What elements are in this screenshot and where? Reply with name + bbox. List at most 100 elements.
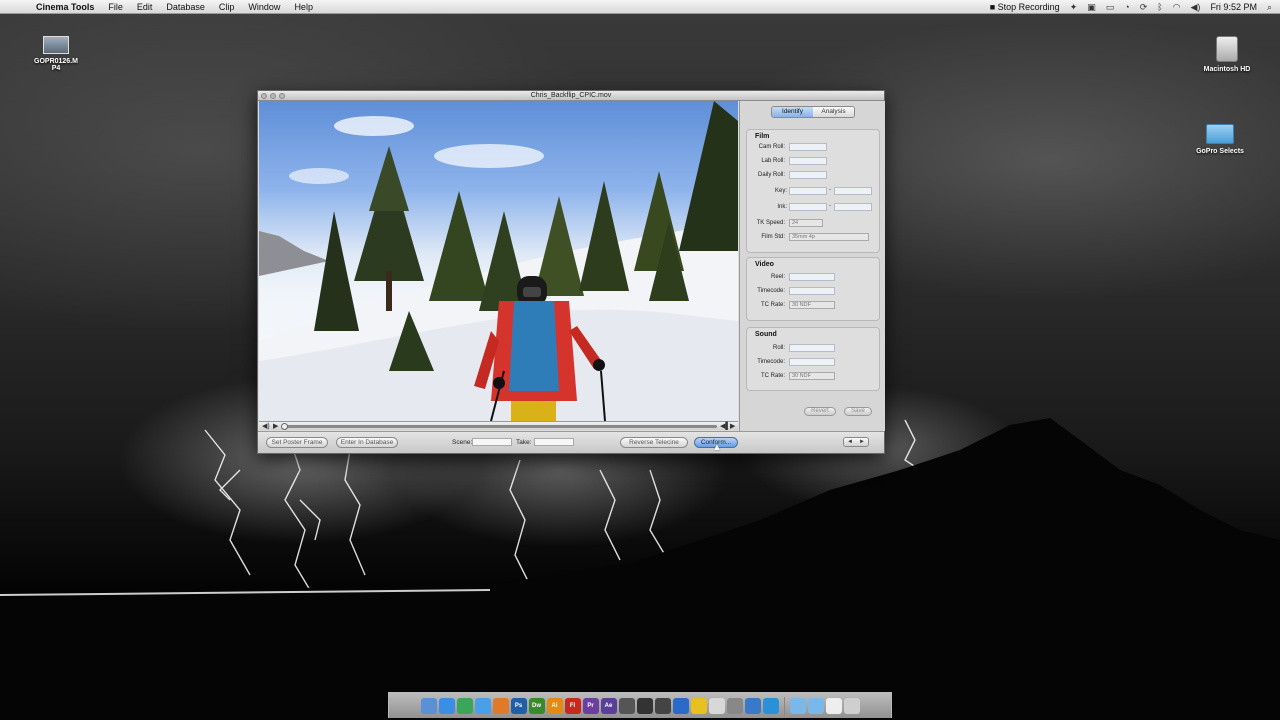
menu-help[interactable]: Help [294, 2, 313, 12]
volume-icon[interactable]: ◀) [1191, 2, 1201, 13]
desktop-icon-label: Macintosh HD [1203, 66, 1251, 73]
premiere-icon[interactable]: Pr [582, 697, 599, 714]
menu-app-name[interactable]: Cinema Tools [36, 2, 94, 12]
desktop-icon-video-file[interactable]: GOPR0126.M P4 [28, 36, 84, 72]
app-icon[interactable] [690, 697, 707, 714]
menu-edit[interactable]: Edit [137, 2, 153, 12]
safari-icon[interactable] [438, 697, 455, 714]
reverse-telecine-button[interactable]: Reverse Telecine [620, 437, 688, 448]
sound-roll-label: Roll: [772, 345, 785, 351]
enter-in-database-button[interactable]: Enter In Database [336, 437, 398, 448]
scene-label: Scene: [452, 439, 473, 446]
film-std-select[interactable]: 35mm 4p [789, 233, 869, 241]
network-icon[interactable] [762, 697, 779, 714]
sound-timecode-field[interactable] [789, 358, 835, 366]
menu-clock[interactable]: Fri 9:52 PM [1210, 2, 1257, 12]
revert-button[interactable]: Revert [804, 407, 836, 416]
save-button[interactable]: Save [844, 407, 872, 416]
ink-prefix-field[interactable] [789, 203, 827, 211]
folder-downloads-icon[interactable] [807, 697, 824, 714]
spotlight-icon[interactable]: ⌕ [1267, 2, 1272, 13]
previous-clip-button[interactable]: ◄ [844, 438, 856, 446]
close-button[interactable] [261, 93, 267, 99]
tab-analysis[interactable]: Analysis [813, 107, 854, 117]
take-field[interactable] [534, 438, 574, 446]
quicktime-icon[interactable] [672, 697, 689, 714]
tk-speed-select[interactable]: 24 [789, 219, 823, 227]
desktop-icon-macintosh-hd[interactable]: Macintosh HD [1198, 36, 1256, 73]
step-forward-icon[interactable]: ▶ [730, 422, 735, 431]
minimize-button[interactable] [270, 93, 276, 99]
final-cut-icon[interactable] [654, 697, 671, 714]
mouse-pointer-icon: ▲ [712, 442, 722, 453]
flash-icon[interactable]: Fl [564, 697, 581, 714]
dreamweaver-icon[interactable]: Dw [528, 697, 545, 714]
cam-roll-field[interactable] [789, 143, 827, 151]
sound-timecode-label: Timecode: [757, 359, 785, 365]
stop-recording-item[interactable]: ■ Stop Recording [990, 2, 1060, 12]
folder-icon [1206, 124, 1234, 144]
display-icon[interactable]: ▭ [1106, 2, 1115, 13]
play-icon[interactable]: ▶ [273, 422, 278, 431]
menu-file[interactable]: File [108, 2, 123, 12]
clapper-icon[interactable] [636, 697, 653, 714]
video-tc-rate-select[interactable]: 30 NDF [789, 301, 835, 309]
video-tc-rate-label: TC Rate: [760, 302, 785, 308]
set-poster-frame-button[interactable]: Set Poster Frame [266, 437, 328, 448]
scene-field[interactable] [472, 438, 512, 446]
app-tray-icon[interactable]: ▣ [1087, 2, 1096, 13]
illustrator-icon[interactable]: Ai [546, 697, 563, 714]
video-viewer[interactable] [259, 101, 738, 421]
video-timecode-label: Timecode: [757, 288, 785, 294]
bluetooth-icon[interactable]: ᛒ [1157, 2, 1162, 12]
photoshop-icon[interactable]: Ps [510, 697, 527, 714]
preview-icon[interactable] [708, 697, 725, 714]
step-back-icon[interactable]: ◀▌ [720, 422, 730, 431]
dropbox-icon[interactable]: ✦ [1070, 2, 1078, 13]
finder-icon[interactable] [420, 697, 437, 714]
transport-bar: ◀) ▶ ◀▌ ▶ [259, 421, 738, 430]
safari2-icon[interactable] [474, 697, 491, 714]
time-machine-icon[interactable]: ◔ [1124, 2, 1129, 12]
video-timecode-field[interactable] [789, 287, 835, 295]
cinema-tools-icon[interactable] [618, 697, 635, 714]
document-icon[interactable] [825, 697, 842, 714]
identify-panel: Identify Analysis Film Cam Roll: Lab Rol… [739, 101, 885, 431]
chrome-icon[interactable] [456, 697, 473, 714]
wifi-icon[interactable]: ◠ [1173, 2, 1181, 13]
system-prefs-icon[interactable] [726, 697, 743, 714]
tab-identify[interactable]: Identify [772, 107, 813, 117]
sound-roll-field[interactable] [789, 344, 835, 352]
scrub-track[interactable] [287, 425, 717, 428]
lab-roll-field[interactable] [789, 157, 827, 165]
menu-database[interactable]: Database [166, 2, 205, 12]
playhead-handle[interactable] [281, 423, 288, 430]
next-clip-button[interactable]: ► [856, 438, 868, 446]
video-frame [259, 101, 738, 421]
utility-icon[interactable] [744, 697, 761, 714]
key-number-field[interactable] [834, 187, 872, 195]
aftereffects-icon[interactable]: Ae [600, 697, 617, 714]
zoom-button[interactable] [279, 93, 285, 99]
desktop-icon-gopro-selects[interactable]: GoPro Selects [1190, 124, 1250, 155]
sync-icon[interactable]: ⟳ [1140, 2, 1148, 13]
daily-roll-field[interactable] [789, 171, 827, 179]
sound-section-title: Sound [755, 331, 777, 338]
firefox-icon[interactable] [492, 697, 509, 714]
folder-docs-icon[interactable] [789, 697, 806, 714]
clip-nav: ◄ ► [843, 437, 869, 447]
window-controls [261, 93, 285, 99]
menu-clip[interactable]: Clip [219, 2, 235, 12]
key-prefix-field[interactable] [789, 187, 827, 195]
reel-field[interactable] [789, 273, 835, 281]
ink-number-field[interactable] [834, 203, 872, 211]
ink-label: Ink: [777, 204, 787, 210]
volume-icon[interactable]: ◀) [262, 422, 270, 431]
menu-window[interactable]: Window [248, 2, 280, 12]
film-std-label: Film Std: [761, 234, 785, 240]
video-section-title: Video [755, 261, 774, 268]
hard-drive-icon [1216, 36, 1238, 62]
window-titlebar[interactable]: Chris_Backflip_CPIC.mov [258, 91, 884, 101]
sound-tc-rate-select[interactable]: 30 NDF [789, 372, 835, 380]
trash-icon[interactable] [843, 697, 860, 714]
